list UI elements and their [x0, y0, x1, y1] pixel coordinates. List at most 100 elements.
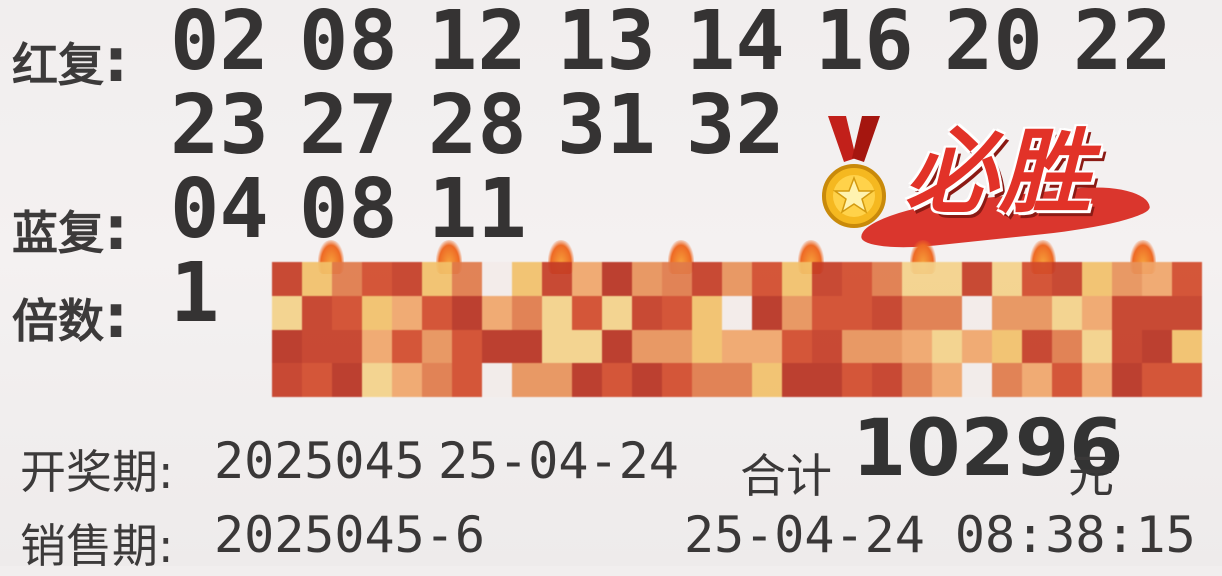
mosaic-cell: [1082, 329, 1112, 364]
mosaic-cell: [752, 295, 782, 330]
mosaic-cell: [692, 295, 722, 330]
mosaic-cell: [512, 262, 542, 296]
mosaic-cell: [1082, 295, 1112, 330]
blue-numbers: 04 08 11: [170, 162, 557, 257]
mosaic-cell: [1172, 329, 1202, 364]
mosaic-cell: [902, 262, 932, 296]
mosaic-cell: [662, 329, 692, 364]
mosaic-cell: [572, 363, 602, 397]
mosaic-cell: [1082, 363, 1112, 397]
mosaic-cell: [872, 295, 902, 330]
blue-number: 08: [299, 162, 398, 257]
mosaic-cell: [782, 295, 812, 330]
mosaic-cell: [512, 363, 542, 397]
mosaic-cell: [332, 329, 362, 364]
mosaic-cell: [812, 295, 842, 330]
mosaic-cell: [1172, 363, 1202, 397]
red-number: 27: [299, 78, 398, 173]
mosaic-cell: [632, 262, 662, 296]
mosaic-cell: [422, 262, 452, 296]
mosaic-cell: [962, 363, 992, 397]
mosaic-cell: [692, 262, 722, 296]
mosaic-cell: [272, 363, 302, 397]
mosaic-cell: [512, 295, 542, 330]
mosaic-cell: [602, 295, 632, 330]
mosaic-cell: [392, 329, 422, 364]
mosaic-cell: [812, 329, 842, 364]
mosaic-cell: [632, 329, 662, 364]
mosaic-cell: [272, 262, 302, 296]
blue-label: 蓝复:: [12, 194, 128, 264]
mosaic-cell: [932, 363, 962, 397]
mosaic-cell: [1052, 363, 1082, 397]
multiple-label: 倍数:: [12, 282, 128, 352]
mosaic-cell: [842, 262, 872, 296]
red-number: 20: [944, 0, 1043, 89]
red-number: 02: [170, 0, 269, 89]
mosaic-cell: [332, 363, 362, 397]
mosaic-cell: [572, 262, 602, 296]
mosaic-cell: [482, 262, 512, 296]
mosaic-cell: [902, 295, 932, 330]
mosaic-cell: [1022, 262, 1052, 296]
red-number: 32: [686, 78, 785, 173]
red-number: 13: [557, 0, 656, 89]
mosaic-cell: [962, 295, 992, 330]
mosaic-cell: [812, 262, 842, 296]
mosaic-cell: [1052, 329, 1082, 364]
sale-issue: 2025045-6: [214, 506, 485, 564]
mosaic-cell: [332, 295, 362, 330]
mosaic-cell: [932, 295, 962, 330]
draw-date: 25-04-24: [438, 432, 679, 490]
mosaic-cell: [542, 329, 572, 364]
mosaic-cell: [692, 329, 722, 364]
mosaic-cell: [302, 262, 332, 296]
sale-label: 销售期:: [20, 519, 174, 573]
red-number: 31: [557, 78, 656, 173]
mosaic-cell: [452, 363, 482, 397]
mosaic-cell: [692, 363, 722, 397]
mosaic-cell: [782, 329, 812, 364]
mosaic-cell: [1112, 295, 1142, 330]
mosaic-cell: [1142, 363, 1172, 397]
mosaic-cell: [962, 262, 992, 296]
mosaic-cell: [422, 363, 452, 397]
mosaic-cell: [422, 329, 452, 364]
sticker-text: 必胜: [905, 118, 1094, 226]
mosaic-cell: [362, 363, 392, 397]
mosaic-cell: [992, 262, 1022, 296]
mosaic-cell: [452, 295, 482, 330]
mosaic-cell: [722, 262, 752, 296]
red-label: 红复:: [12, 26, 128, 96]
mosaic-cell: [272, 329, 302, 364]
mosaic-cell: [602, 262, 632, 296]
mosaic-cell: [392, 262, 422, 296]
mosaic-cell: [1172, 295, 1202, 330]
red-number: 12: [428, 0, 527, 89]
mosaic-cell: [332, 262, 362, 296]
mosaic-cell: [962, 329, 992, 364]
mosaic-cell: [662, 262, 692, 296]
mosaic-cell: [1112, 329, 1142, 364]
draw-issue: 2025045: [214, 432, 425, 490]
mosaic-cell: [782, 262, 812, 296]
mosaic-cell: [482, 329, 512, 364]
mosaic-cell: [542, 295, 572, 330]
red-number: 28: [428, 78, 527, 173]
mosaic-cell: [752, 363, 782, 397]
mosaic-cell: [842, 363, 872, 397]
mosaic-cell: [542, 363, 572, 397]
mosaic-cell: [1052, 262, 1082, 296]
mosaic-cell: [902, 363, 932, 397]
mosaic-cell: [752, 262, 782, 296]
mosaic-cell: [362, 262, 392, 296]
mosaic-cell: [422, 295, 452, 330]
mosaic-cell: [302, 329, 332, 364]
mosaic-cell: [722, 363, 752, 397]
mosaic-cell: [1112, 262, 1142, 296]
mosaic-cell: [842, 295, 872, 330]
mosaic-cell: [932, 262, 962, 296]
total-unit: 元: [1068, 449, 1114, 503]
mosaic-cell: [542, 262, 572, 296]
mosaic-cell: [1022, 329, 1052, 364]
